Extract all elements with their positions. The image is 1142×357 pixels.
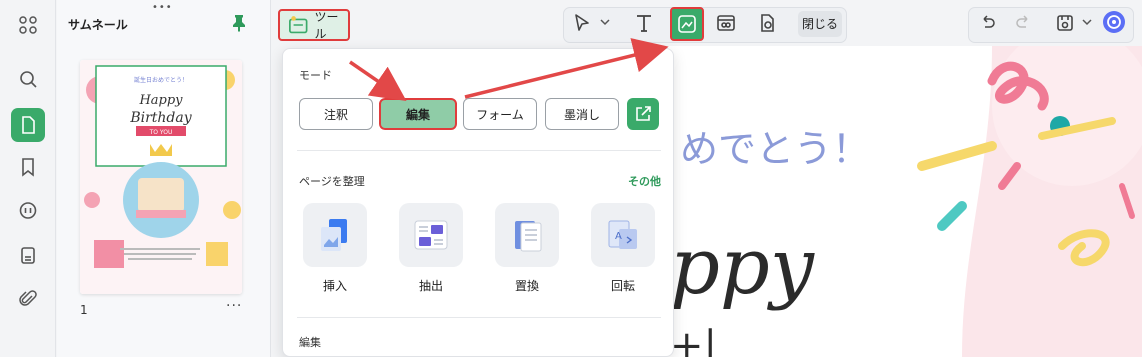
- thumb-title-2: Birthday: [129, 110, 192, 126]
- insert-label: 挿入: [322, 279, 347, 293]
- redo-icon[interactable]: [1014, 14, 1032, 32]
- watermark-tool-icon[interactable]: [757, 13, 777, 33]
- text-tool-icon[interactable]: [634, 13, 654, 33]
- bookmark-icon[interactable]: [11, 150, 45, 184]
- chevron-down-icon[interactable]: [1080, 15, 1094, 29]
- tools-dropdown: モード 注釈 編集 フォーム 墨消し ページを整理 その他 A 挿入 抽出 置換…: [282, 48, 674, 357]
- document-big-text-2: +|: [670, 326, 717, 357]
- thumb-banner: 誕生日おめでとう！: [134, 76, 188, 84]
- stamp-icon[interactable]: [11, 238, 45, 272]
- tool-button-label: ツール: [314, 10, 339, 41]
- pin-icon[interactable]: [231, 14, 247, 32]
- more-link[interactable]: その他: [628, 173, 661, 189]
- attachment-icon[interactable]: [11, 282, 45, 316]
- edit-section-label: 編集: [299, 336, 321, 349]
- apps-icon[interactable]: [11, 8, 45, 42]
- organize-section-label: ページを整理: [299, 175, 365, 188]
- undo-icon[interactable]: [979, 14, 997, 32]
- insert-page-tile[interactable]: [303, 203, 367, 267]
- mode-annotate-button[interactable]: 注釈: [299, 98, 373, 130]
- chevron-down-icon[interactable]: [598, 15, 612, 29]
- mode-edit-button[interactable]: 編集: [379, 98, 457, 130]
- search-icon[interactable]: [11, 62, 45, 96]
- thumb-title-1: Happy: [138, 93, 183, 108]
- tool-button[interactable]: ツール: [278, 9, 350, 41]
- link-tool-icon[interactable]: [716, 13, 736, 33]
- select-cursor-icon[interactable]: [572, 13, 592, 33]
- left-rail: [0, 0, 56, 357]
- mode-form-button[interactable]: フォーム: [463, 98, 537, 130]
- thumb-subtitle: TO YOU: [149, 129, 173, 136]
- rotate-page-tile[interactable]: A: [591, 203, 655, 267]
- page-number: 1: [80, 303, 88, 317]
- replace-page-tile[interactable]: [495, 203, 559, 267]
- thumbnail-panel-title: サムネール: [68, 18, 128, 32]
- save-icon[interactable]: [1055, 13, 1075, 33]
- extract-page-tile[interactable]: [399, 203, 463, 267]
- divider: [297, 150, 661, 151]
- ai-assistant-icon[interactable]: [1102, 10, 1126, 34]
- mode-section-label: モード: [299, 69, 332, 82]
- tool-icon: [289, 16, 308, 34]
- document-big-text-1: ppy: [670, 222, 814, 312]
- page-thumbnail[interactable]: 誕生日おめでとう！ Happy Birthday TO YOU: [80, 60, 242, 294]
- birthday-card-image: 誕生日おめでとう！ Happy Birthday TO YOU: [80, 60, 242, 294]
- replace-label: 置換: [514, 279, 539, 293]
- close-toolbar-button[interactable]: 閉じる: [798, 11, 842, 37]
- extract-page-icon: [414, 220, 448, 250]
- mode-redact-button[interactable]: 墨消し: [545, 98, 619, 130]
- extract-label: 抽出: [418, 279, 443, 293]
- thumbnail-panel: ••• サムネール 誕生日おめでとう！ Happy Birthday TO YO…: [57, 0, 271, 357]
- page-icon[interactable]: [11, 108, 45, 142]
- external-link-icon: [636, 106, 651, 121]
- divider: [297, 317, 661, 318]
- edit-image-button[interactable]: [670, 7, 704, 41]
- document-greeting-text: めでとう！: [680, 127, 871, 171]
- page-more-button[interactable]: ···: [226, 298, 242, 314]
- rotate-label: 回転: [610, 279, 635, 293]
- panel-grip[interactable]: •••: [152, 2, 173, 13]
- insert-page-icon: [321, 219, 347, 251]
- svg-text:A: A: [615, 231, 622, 242]
- open-external-button[interactable]: [627, 98, 659, 130]
- image-edit-icon: [678, 15, 696, 33]
- rotate-page-icon: A: [608, 220, 637, 249]
- replace-page-icon: [515, 221, 542, 252]
- comment-icon[interactable]: [11, 194, 45, 228]
